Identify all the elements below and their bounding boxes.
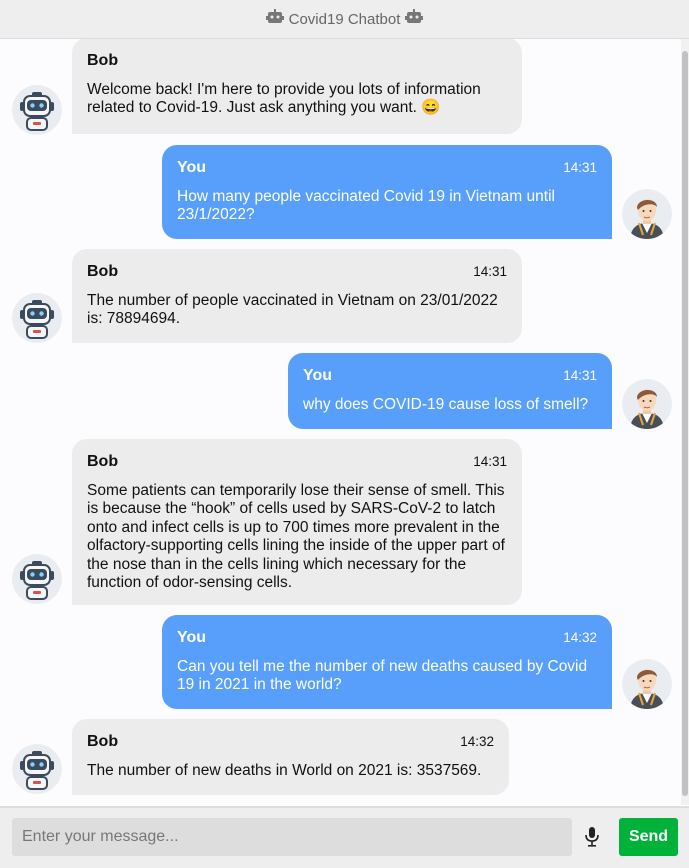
chat-messages[interactable]: Bob Welcome back! I'm here to provide yo… [0, 39, 689, 805]
user-message: You 14:31 How many people vaccinated Covi… [162, 145, 612, 239]
robot-icon [405, 9, 424, 29]
bot-avatar [12, 293, 62, 343]
message-time: 14:31 [473, 454, 507, 469]
user-avatar [622, 189, 672, 239]
message-time: 14:31 [563, 160, 597, 175]
message-sender: You [303, 367, 333, 384]
bot-avatar [12, 85, 62, 135]
bot-message: Bob 14:31 Some patients can temporarily l… [72, 439, 522, 605]
chat-scrollbar[interactable] [681, 39, 689, 805]
message-input-bar: Send [0, 806, 689, 868]
message-sender: Bob [87, 263, 119, 280]
message-time: 14:32 [563, 630, 597, 645]
message-sender: You [177, 159, 207, 176]
message-sender: Bob [87, 453, 119, 470]
chat-title: Covid19 Chatbot [288, 10, 401, 28]
message-input[interactable] [12, 818, 572, 856]
message-text: Can you tell me the number of new deaths… [177, 657, 588, 694]
bot-message: Bob 14:32 The number of new deaths in Wor… [72, 719, 509, 795]
send-button[interactable]: Send [619, 818, 678, 856]
message-text: Some patients can temporarily lose their… [87, 481, 505, 592]
scrollbar-thumb[interactable] [682, 51, 688, 796]
bot-avatar [12, 744, 62, 794]
message-time: 14:32 [460, 734, 494, 749]
message-sender: You [177, 629, 207, 646]
bot-message: Bob 14:31 The number of people vaccinated… [72, 249, 522, 343]
user-avatar [622, 659, 672, 709]
message-text: The number of new deaths in World on 202… [87, 761, 482, 779]
message-time: 14:31 [473, 264, 507, 279]
message-text: why does COVID-19 cause loss of smell? [303, 395, 589, 413]
microphone-icon[interactable] [582, 826, 602, 848]
chat-header: Covid19 Chatbot [0, 0, 689, 39]
message-text: How many people vaccinated Covid 19 in V… [177, 187, 555, 224]
message-text: Welcome back! I'm here to provide you lo… [87, 80, 481, 117]
message-text: The number of people vaccinated in Vietn… [87, 291, 498, 328]
robot-icon [265, 9, 284, 29]
bot-avatar [12, 554, 62, 604]
message-time: 14:31 [563, 368, 597, 383]
bot-message: Bob Welcome back! I'm here to provide yo… [72, 39, 522, 134]
user-avatar [622, 379, 672, 429]
message-sender: Bob [87, 733, 119, 750]
user-message: You 14:31 why does COVID-19 cause loss of… [288, 353, 612, 429]
user-message: You 14:32 Can you tell me the number of n… [162, 615, 612, 709]
message-sender: Bob [87, 52, 119, 69]
